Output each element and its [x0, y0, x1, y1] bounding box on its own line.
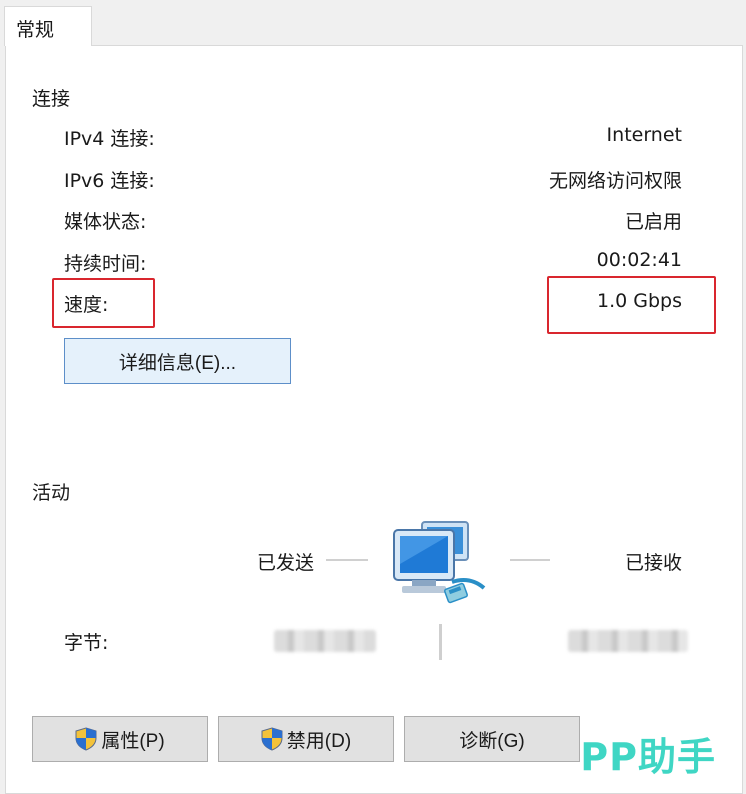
network-computers-icon — [390, 516, 500, 616]
tab-general-label: 常规 — [16, 19, 55, 41]
activity-group-title: 活动 — [32, 482, 71, 504]
bytes-received-value — [568, 630, 688, 652]
properties-button[interactable]: 属性(P) — [32, 716, 208, 762]
duration-label: 持续时间: — [64, 253, 147, 275]
sent-label: 已发送 — [256, 552, 314, 574]
received-label: 已接收 — [624, 552, 682, 574]
uac-shield-icon — [75, 727, 97, 751]
ipv6-value: 无网络访问权限 — [548, 170, 682, 192]
bytes-sent-value — [274, 630, 376, 652]
received-dash — [510, 559, 550, 561]
ipv4-label: IPv4 连接: — [64, 128, 155, 150]
bytes-divider — [439, 624, 442, 660]
connection-group-title: 连接 — [32, 88, 71, 110]
ipv6-label: IPv6 连接: — [64, 170, 155, 192]
uac-shield-icon — [261, 727, 283, 751]
properties-button-label: 属性(P) — [101, 730, 165, 752]
speed-label-highlight — [52, 278, 155, 328]
tab-general[interactable]: 常规 — [4, 6, 92, 46]
pp-assistant-watermark: PP助手 — [580, 735, 716, 779]
details-button[interactable]: 详细信息(E)... — [64, 338, 291, 384]
media-state-value: 已启用 — [624, 211, 682, 233]
ipv4-value: Internet — [606, 124, 682, 146]
media-state-label: 媒体状态: — [64, 211, 147, 233]
duration-value: 00:02:41 — [596, 249, 682, 271]
sent-dash — [326, 559, 368, 561]
diagnose-button[interactable]: 诊断(G) — [404, 716, 580, 762]
disable-button[interactable]: 禁用(D) — [218, 716, 394, 762]
speed-value-highlight — [547, 276, 716, 334]
bytes-label: 字节: — [64, 632, 109, 654]
general-panel — [5, 45, 743, 794]
disable-button-label: 禁用(D) — [286, 730, 352, 752]
